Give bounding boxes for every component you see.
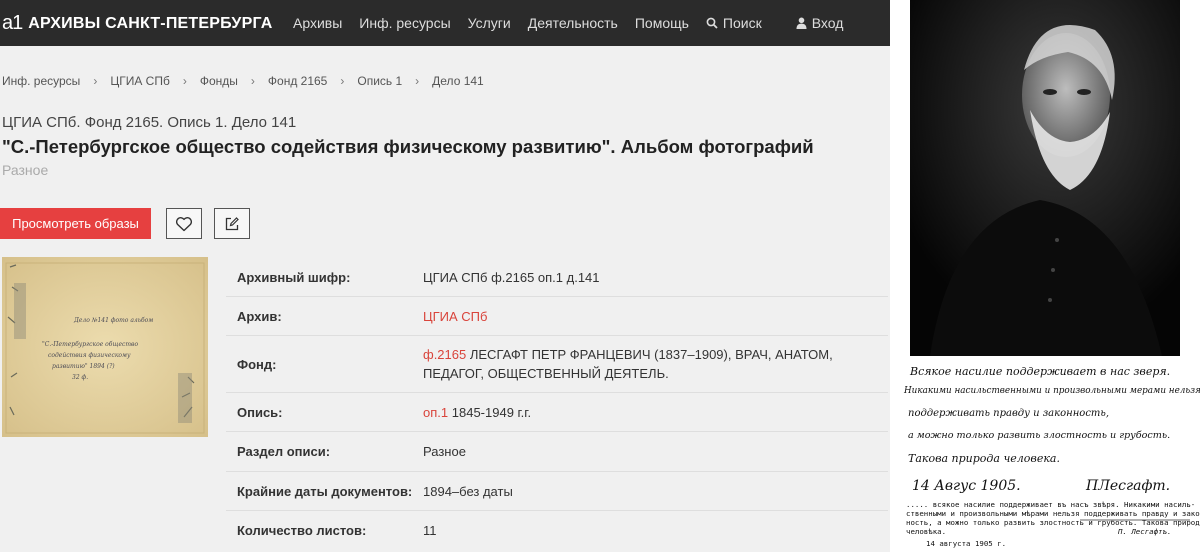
breadcrumb-item-inventory[interactable]: Опись 1 (357, 74, 402, 88)
chevron-right-icon: › (415, 74, 420, 88)
breadcrumb-item-info-resources[interactable]: Инф. ресурсы (2, 74, 80, 88)
chevron-right-icon: › (93, 74, 98, 88)
edit-icon (225, 216, 239, 230)
breadcrumb-item-fonds[interactable]: Фонды (200, 74, 238, 88)
thumbnail-text-1: Дело №141 фото альбом (74, 317, 154, 324)
property-value: 11 (423, 522, 437, 538)
handwriting-line-5: Такова природа человека. (908, 452, 1060, 465)
breadcrumb-item-fond[interactable]: Фонд 2165 (268, 74, 327, 88)
property-row: Раздел описи: Разное (226, 432, 888, 472)
fond-link[interactable]: ф.2165 (423, 347, 466, 362)
edit-button[interactable] (214, 208, 250, 239)
handwriting-line-2: Никакими насильственными и произвольными… (904, 386, 1200, 396)
property-row: Опись: оп.1 1845-1949 г.г. (226, 393, 888, 432)
menu-item-search[interactable]: Поиск (706, 15, 779, 31)
user-icon (796, 17, 807, 29)
view-images-button[interactable]: Просмотреть образы (0, 208, 151, 239)
caption-date: 14 августа 1905 г. (926, 539, 1007, 548)
property-value: Разное (423, 444, 466, 459)
property-row: Крайние даты документов: 1894–без даты (226, 472, 888, 511)
menu-item-info-resources[interactable]: Инф. ресурсы (359, 15, 450, 31)
search-label: Поиск (722, 15, 762, 31)
handwriting-line-4: а можно только развить злостность и груб… (908, 430, 1171, 441)
property-value: 1894–без даты (423, 483, 513, 499)
caption-line-4: человѣка. (906, 527, 947, 536)
favorite-button[interactable] (166, 208, 202, 239)
breadcrumb: Инф. ресурсы › ЦГИА СПб › Фонды › Фонд 2… (2, 74, 484, 88)
property-key: Количество листов: (237, 522, 367, 538)
menu-item-activity[interactable]: Деятельность (528, 15, 618, 31)
handwriting-date: 14 Авгус 1905. (912, 478, 1021, 494)
portrait-panel: Всякое насилие поддерживает в нас зверя.… (890, 0, 1200, 552)
property-row: Архивный шифр: ЦГИА СПб ф.2165 оп.1 д.14… (226, 258, 888, 297)
caption-line-1: ..... всякое насилие поддерживает въ нас… (906, 500, 1196, 509)
logo-mark: a1 (2, 12, 23, 34)
site-title: АРХИВЫ САНКТ-ПЕТЕРБУРГА (28, 14, 273, 32)
main-menu: Архивы Инф. ресурсы Услуги Деятельность … (293, 15, 877, 31)
thumbnail-text-4: развитию" 1894 (?) (52, 363, 115, 370)
fond-description: ЛЕСГАФТ ПЕТР ФРАНЦЕВИЧ (1837–1909), ВРАЧ… (423, 347, 833, 381)
site-logo[interactable]: a1 АРХИВЫ САНКТ-ПЕТЕРБУРГА (2, 12, 272, 35)
property-key: Фонд: (237, 356, 277, 372)
breadcrumb-item-archive[interactable]: ЦГИА СПб (110, 74, 170, 88)
inventory-dates: 1845-1949 г.г. (451, 404, 532, 420)
search-icon (706, 17, 718, 29)
handwriting-line-3: поддерживать правду и законность, (908, 408, 1110, 419)
breadcrumb-item-file[interactable]: Дело 141 (432, 74, 484, 88)
menu-item-help[interactable]: Помощь (635, 15, 689, 31)
chevron-right-icon: › (340, 74, 345, 88)
top-navbar: a1 АРХИВЫ САНКТ-ПЕТЕРБУРГА Архивы Инф. р… (0, 0, 890, 46)
properties-table: Архивный шифр: ЦГИА СПб ф.2165 оп.1 д.14… (226, 258, 888, 549)
property-row: Архив: ЦГИА СПб (226, 297, 888, 336)
property-value: ЦГИА СПб ф.2165 оп.1 д.141 (423, 269, 600, 285)
heart-icon (175, 216, 193, 231)
handwriting-line-1: Всякое насилие поддерживает в нас зверя. (910, 365, 1171, 378)
menu-item-archives[interactable]: Архивы (293, 15, 342, 31)
archive-page: a1 АРХИВЫ САНКТ-ПЕТЕРБУРГА Архивы Инф. р… (0, 0, 890, 552)
caption-line-2: ственными и произвольными мѣрами нельзя … (906, 509, 1200, 518)
property-key: Крайние даты документов: (237, 483, 413, 499)
inventory-link[interactable]: оп.1 (423, 405, 448, 420)
property-row: Фонд: ф.2165 ЛЕСГАФТ ПЕТР ФРАНЦЕВИЧ (183… (226, 336, 888, 393)
record-category: Разное (2, 162, 49, 178)
menu-item-login[interactable]: Вход (796, 15, 861, 31)
property-key: Раздел описи: (237, 444, 331, 459)
page-title: "С.-Петербургское общество содействия фи… (2, 136, 814, 157)
handwriting-signature: ПЛесгафт. (1086, 478, 1171, 494)
property-key: Архив: (237, 308, 282, 324)
chevron-right-icon: › (250, 74, 255, 88)
thumbnail-text-2: "С.-Петербургское общество (42, 341, 139, 348)
file-thumbnail[interactable]: Дело №141 фото альбом "С.-Петербургское … (2, 257, 208, 437)
portrait-photo (910, 0, 1190, 521)
caption-line-3: ность, а можно только развить злостность… (906, 518, 1200, 527)
thumbnail-text-3: содействия физическому (48, 352, 131, 359)
property-key: Опись: (237, 404, 283, 420)
caption-signature: П. Лесгафтъ. (1118, 527, 1172, 536)
property-row: Количество листов: 11 (226, 511, 888, 549)
login-label: Вход (811, 15, 844, 31)
archive-link[interactable]: ЦГИА СПб (423, 309, 487, 324)
chevron-right-icon: › (182, 74, 187, 88)
property-key: Архивный шифр: (237, 269, 351, 285)
record-subtitle: ЦГИА СПб. Фонд 2165. Опись 1. Дело 141 (2, 114, 297, 131)
thumbnail-text-5: 32 ф. (72, 374, 89, 381)
menu-item-services[interactable]: Услуги (468, 15, 511, 31)
